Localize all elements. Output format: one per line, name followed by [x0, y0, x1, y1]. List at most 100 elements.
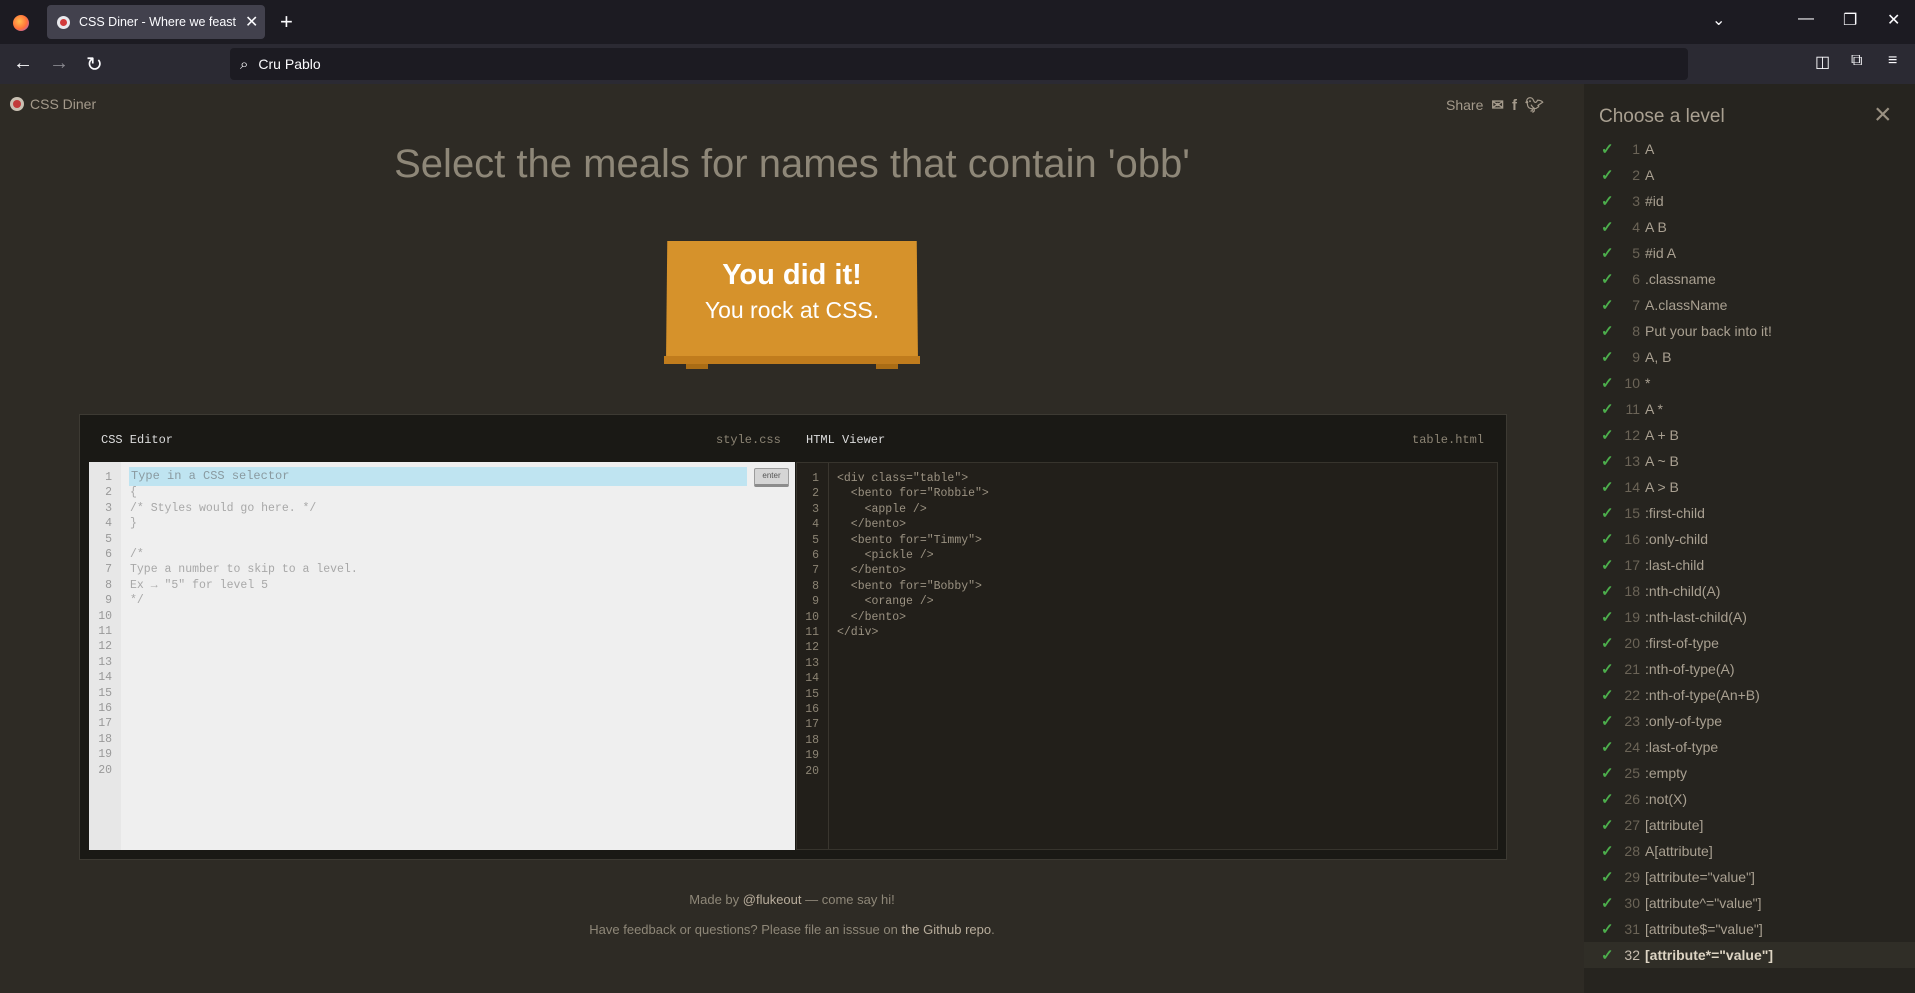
level-item-23[interactable]: ✓ 23:only-of-type	[1584, 708, 1915, 734]
level-item-20[interactable]: ✓ 20:first-of-type	[1584, 630, 1915, 656]
level-name: :last-child	[1645, 557, 1705, 573]
minimize-icon[interactable]: —	[1798, 10, 1814, 28]
level-item-8[interactable]: ✓ 8 Put your back into it!	[1584, 318, 1915, 344]
level-item-27[interactable]: ✓ 27 [attribute]	[1584, 812, 1915, 838]
level-item-10[interactable]: ✓ 10 *	[1584, 370, 1915, 396]
level-item-18[interactable]: ✓ 18:nth-child(A)	[1584, 578, 1915, 604]
code-line: <pickle />	[837, 549, 934, 562]
css-editor-title: CSS Editor	[101, 433, 174, 447]
level-item-6[interactable]: ✓ 6 .classname	[1584, 266, 1915, 292]
level-item-24[interactable]: ✓ 24:last-of-type	[1584, 734, 1915, 760]
level-item-9[interactable]: ✓ 9 A, B	[1584, 344, 1915, 370]
level-name: [attribute="value"]	[1645, 869, 1755, 885]
address-text[interactable]: Cru Pablo	[258, 56, 320, 72]
enter-button[interactable]: enter	[754, 468, 789, 487]
level-item-21[interactable]: ✓ 21:nth-of-type(A)	[1584, 656, 1915, 682]
github-repo-link[interactable]: the Github repo	[901, 922, 991, 937]
share-label: Share	[1446, 97, 1484, 113]
reload-icon[interactable]: ↻	[86, 52, 103, 77]
level-item-11[interactable]: ✓ 11 A *	[1584, 396, 1915, 422]
restore-icon[interactable]: ❐	[1843, 10, 1857, 30]
level-item-12[interactable]: ✓ 12 A + B	[1584, 422, 1915, 448]
checkmark-icon: ✓	[1601, 765, 1614, 782]
facebook-share-icon[interactable]: f	[1512, 97, 1517, 114]
search-icon: ⌕	[240, 55, 249, 73]
share-bar: Share ✉ f 🐦︎	[1446, 96, 1544, 115]
window-close-icon[interactable]: ✕	[1887, 10, 1900, 30]
level-item-13[interactable]: ✓ 13 A ~ B	[1584, 448, 1915, 474]
line-number: 18	[98, 732, 112, 746]
level-item-5[interactable]: ✓ 5 #id A	[1584, 240, 1915, 266]
level-number: 29	[1624, 869, 1640, 885]
pocket-icon[interactable]: ◫	[1815, 52, 1830, 72]
level-item-25[interactable]: ✓ 25:empty	[1584, 760, 1915, 786]
extensions-icon[interactable]: ⧉	[1851, 52, 1862, 70]
list-all-tabs-icon[interactable]: ⌄	[1712, 10, 1725, 30]
logo-text: CSS Diner	[30, 96, 97, 112]
line-number: 20	[805, 764, 819, 778]
level-item-16[interactable]: ✓ 16:only-child	[1584, 526, 1915, 552]
css-selector-input[interactable]: Type in a CSS selector	[129, 467, 747, 486]
level-item-4[interactable]: ✓ 4 A B	[1584, 214, 1915, 240]
checkmark-icon: ✓	[1601, 713, 1614, 730]
level-item-28[interactable]: ✓ 28 A[attribute]	[1584, 838, 1915, 864]
checkmark-icon: ✓	[1601, 583, 1614, 600]
menu-icon[interactable]: ≡	[1888, 52, 1897, 70]
level-item-32[interactable]: ✓ 32 [attribute*="value"]	[1584, 942, 1915, 968]
checkmark-icon: ✓	[1601, 661, 1614, 678]
level-name: A ~ B	[1645, 453, 1679, 469]
html-filename: table.html	[1412, 433, 1485, 447]
level-item-3[interactable]: ✓ 3 #id	[1584, 188, 1915, 214]
level-item-15[interactable]: ✓ 15:first-child	[1584, 500, 1915, 526]
checkmark-icon: ✓	[1601, 219, 1614, 236]
line-number: 16	[805, 703, 819, 716]
level-item-31[interactable]: ✓ 31 [attribute$="value"]	[1584, 916, 1915, 942]
level-name: [attribute*="value"]	[1645, 947, 1774, 963]
level-item-29[interactable]: ✓ 29 [attribute="value"]	[1584, 864, 1915, 890]
css-diner-favicon-icon	[57, 15, 70, 29]
new-tab-icon[interactable]: +	[280, 9, 293, 35]
level-number: 3	[1632, 193, 1640, 209]
site-logo[interactable]: CSS Diner	[10, 96, 96, 112]
level-number: 12	[1624, 427, 1640, 443]
table-leg	[876, 364, 898, 369]
browser-tab-active[interactable]: CSS Diner - Where we feast on CSS Select…	[47, 5, 265, 39]
logo-plate-icon	[10, 97, 24, 111]
email-share-icon[interactable]: ✉	[1491, 96, 1504, 114]
back-icon[interactable]: ←	[13, 52, 33, 75]
line-number: 1	[812, 472, 819, 485]
line-number: 3	[812, 502, 819, 516]
css-filename: style.css	[716, 433, 781, 447]
level-name: :nth-last-child(A)	[1645, 609, 1747, 625]
forward-icon[interactable]: →	[49, 52, 69, 75]
checkmark-icon: ✓	[1601, 635, 1614, 652]
twitter-share-icon[interactable]: 🐦︎	[1525, 96, 1544, 114]
level-item-26[interactable]: ✓ 26:not(X)	[1584, 786, 1915, 812]
code-line: }	[130, 517, 137, 531]
level-item-1[interactable]: ✓ 1 A	[1584, 136, 1915, 162]
level-item-2[interactable]: ✓ 2 A	[1584, 162, 1915, 188]
level-name: *	[1645, 375, 1651, 391]
level-item-22[interactable]: ✓ 22:nth-of-type(An+B)	[1584, 682, 1915, 708]
tab-close-icon[interactable]: ✕	[245, 12, 258, 32]
address-bar[interactable]: ⌕ Cru Pablo	[230, 48, 1688, 80]
level-item-7[interactable]: ✓ 7 A.className	[1584, 292, 1915, 318]
checkmark-icon: ✓	[1601, 323, 1614, 340]
level-name: [attribute$="value"]	[1645, 921, 1763, 937]
line-number: 9	[812, 595, 819, 609]
level-item-14[interactable]: ✓ 14 A > B	[1584, 474, 1915, 500]
level-name: A > B	[1645, 479, 1679, 495]
checkmark-icon: ✓	[1601, 375, 1614, 392]
code-line: Ex → "5" for level 5	[130, 578, 269, 592]
code-line: </bento>	[837, 610, 907, 624]
level-item-19[interactable]: ✓ 19:nth-last-child(A)	[1584, 604, 1915, 630]
level-item-17[interactable]: ✓ 17:last-child	[1584, 552, 1915, 578]
level-number: 32	[1624, 947, 1640, 963]
code-line: <div class="table">	[837, 472, 969, 485]
flukeout-link[interactable]: @flukeout	[743, 892, 802, 907]
level-name: :nth-child(A)	[1645, 583, 1721, 599]
close-sidebar-icon[interactable]: ×	[1874, 100, 1892, 130]
level-item-30[interactable]: ✓ 30 [attribute^="value"]	[1584, 890, 1915, 916]
level-name: A + B	[1645, 427, 1679, 443]
checkmark-icon: ✓	[1601, 297, 1614, 314]
